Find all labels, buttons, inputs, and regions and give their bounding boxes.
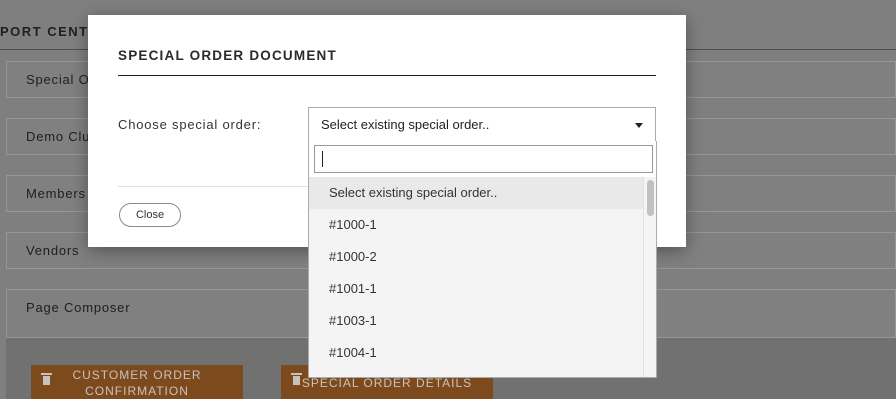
panel-label: Page Composer [26,300,131,315]
title-divider [118,75,656,76]
option-1000-2[interactable]: #1000-2 [309,241,643,273]
select-dropdown: Select existing special order.. #1000-1 … [308,141,657,378]
special-order-select[interactable]: Select existing special order.. [308,107,656,141]
select-search-input[interactable] [314,145,653,173]
panel-label: Special O [26,72,90,87]
dropdown-arrow-icon[interactable] [635,123,643,128]
panel-label: Demo Clu [26,129,91,144]
button-label-line1: CUSTOMER ORDER [72,368,202,382]
panel-label: Members [26,186,86,201]
button-label-line2: CONFIRMATION [85,384,189,398]
trash-icon [41,373,52,386]
scrollbar-thumb[interactable] [647,180,654,216]
option-1001-1[interactable]: #1001-1 [309,273,643,305]
page-title: PORT CENTE [0,24,99,39]
modal-title: SPECIAL ORDER DOCUMENT [118,48,337,63]
panel-label: Vendors [26,243,80,258]
trash-icon [291,373,302,386]
option-1000-1[interactable]: #1000-1 [309,209,643,241]
option-1003-1[interactable]: #1003-1 [309,305,643,337]
option-placeholder[interactable]: Select existing special order.. [309,177,643,209]
options-scrollbar[interactable] [643,177,656,377]
close-button[interactable]: Close [119,203,181,227]
options-list: Select existing special order.. #1000-1 … [309,177,643,377]
choose-special-order-label: Choose special order: [118,117,262,132]
text-cursor [322,151,323,167]
customer-order-confirmation-button[interactable]: CUSTOMER ORDER CONFIRMATION [31,365,243,399]
select-value: Select existing special order.. [321,117,490,132]
option-1004-1[interactable]: #1004-1 [309,337,643,369]
